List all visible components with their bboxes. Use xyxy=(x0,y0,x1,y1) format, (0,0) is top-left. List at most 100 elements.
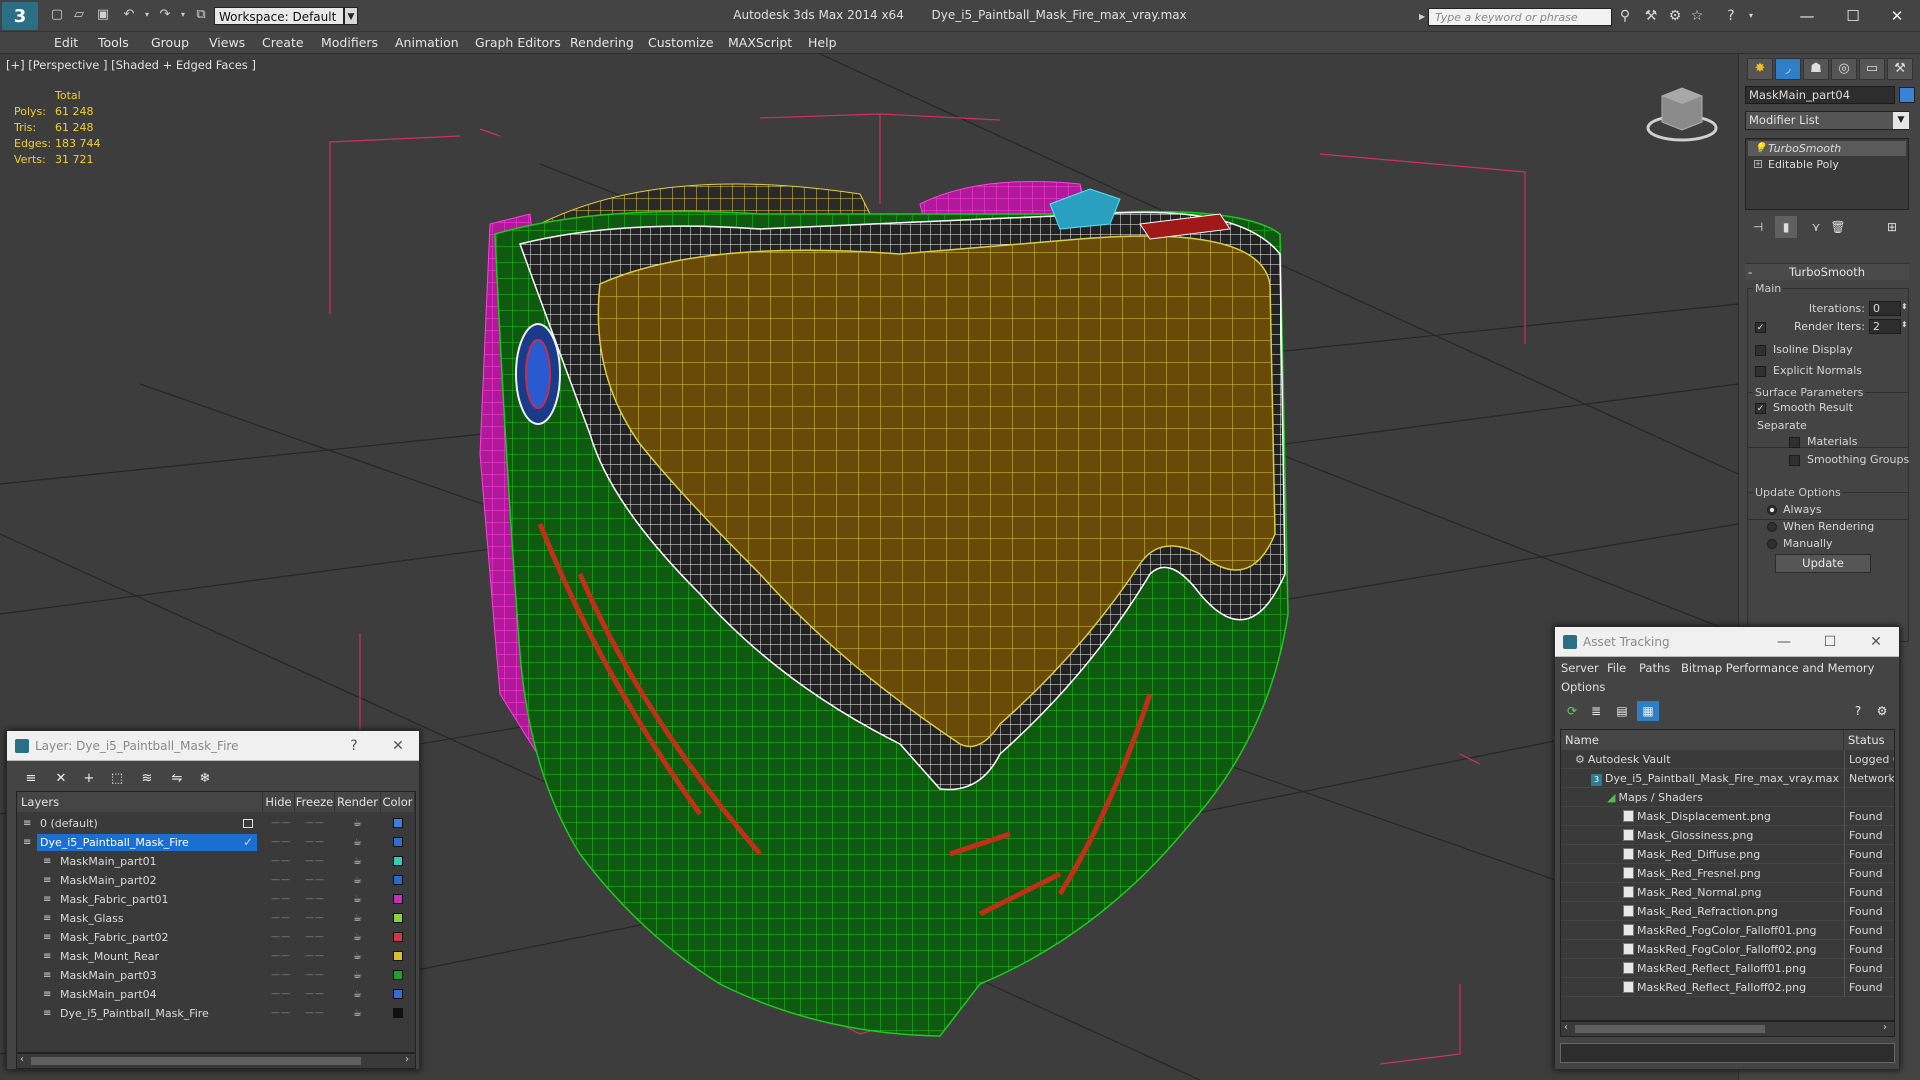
table-view-icon[interactable]: ▦ xyxy=(1637,701,1659,721)
asset-row[interactable]: MaskRed_Reflect_Falloff01.png Found xyxy=(1561,959,1894,978)
active-checkmark-icon[interactable]: ✓ xyxy=(243,833,253,852)
render-teapot-icon[interactable]: ☕ xyxy=(353,985,362,1004)
layer-color-swatch[interactable] xyxy=(393,932,403,942)
modify-tab-icon[interactable]: ◞ xyxy=(1775,58,1801,80)
asset-menu-file[interactable]: File xyxy=(1607,661,1626,675)
refresh-icon[interactable]: ⟳ xyxy=(1561,701,1583,721)
asset-name-cell[interactable]: MaskRed_FogColor_Falloff02.png xyxy=(1623,940,1844,959)
layer-row[interactable]: ≡ 0 (default) —— —— ☕ xyxy=(17,814,415,833)
iterations-spinner-arrows-icon[interactable]: ⬍ xyxy=(1901,300,1908,314)
layer-color-swatch[interactable] xyxy=(393,951,403,961)
asset-row[interactable]: Mask_Red_Diffuse.png Found xyxy=(1561,845,1894,864)
render-teapot-icon[interactable]: ☕ xyxy=(353,966,362,985)
render-teapot-icon[interactable]: ☕ xyxy=(353,871,362,890)
close-icon[interactable]: ✕ xyxy=(1874,4,1920,28)
asset-menu-bitmap-performance[interactable]: Bitmap Performance and Memory xyxy=(1681,661,1874,675)
asset-row[interactable]: MaskRed_FogColor_Falloff02.png Found xyxy=(1561,940,1894,959)
asset-name-cell[interactable]: MaskRed_Reflect_Falloff01.png xyxy=(1623,959,1844,978)
delete-layer-icon[interactable]: ✕ xyxy=(49,769,73,789)
hide-toggle-icon[interactable]: —— xyxy=(271,985,291,1004)
menu-rendering[interactable]: Rendering xyxy=(570,35,634,50)
menu-graph-editors[interactable]: Graph Editors xyxy=(475,35,561,50)
asset-row[interactable]: ⚙Autodesk VaultLogged Out xyxy=(1561,750,1894,769)
menu-group[interactable]: Group xyxy=(151,35,189,50)
layer-name[interactable]: Mask_Mount_Rear xyxy=(57,948,162,965)
maximize-icon[interactable]: ☐ xyxy=(1830,4,1876,28)
redo-dropdown-icon[interactable]: ▾ xyxy=(174,6,192,24)
layer-name[interactable]: Mask_Glass xyxy=(57,910,127,927)
asset-name-cell[interactable]: MaskRed_FogColor_Falloff01.png xyxy=(1623,921,1844,940)
asset-name-cell[interactable]: 3 Dye_i5_Paintball_Mask_Fire_max_vray.max xyxy=(1591,769,1844,788)
asset-minimize-icon[interactable]: — xyxy=(1769,627,1799,657)
menu-edit[interactable]: Edit xyxy=(54,35,78,50)
render-teapot-icon[interactable]: ☕ xyxy=(353,1004,362,1023)
layer-color-swatch[interactable] xyxy=(393,989,403,999)
asset-name-cell[interactable]: Mask_Red_Normal.png xyxy=(1623,883,1844,902)
when-rendering-radio[interactable] xyxy=(1767,522,1777,532)
modifier-list-arrow-icon[interactable]: ▼ xyxy=(1893,112,1909,129)
freeze-toggle-icon[interactable]: —— xyxy=(305,814,325,833)
help-icon[interactable]: ? xyxy=(1720,7,1742,25)
make-unique-icon[interactable]: ⋎ xyxy=(1805,216,1827,238)
pin-stack-icon[interactable]: ⊣ xyxy=(1747,216,1769,238)
asset-horizontal-scrollbar[interactable]: ‹ › xyxy=(1560,1021,1895,1037)
layer-row[interactable]: ≡ MaskMain_part03 —— —— ☕ xyxy=(17,966,415,985)
workspace-dropdown[interactable]: Workspace: Default xyxy=(214,7,344,25)
utilities-tab-icon[interactable]: ⚒ xyxy=(1887,58,1913,80)
render-teapot-icon[interactable]: ☕ xyxy=(353,909,362,928)
asset-name-cell[interactable]: ⚙ Autodesk Vault xyxy=(1575,750,1844,769)
menu-create[interactable]: Create xyxy=(262,35,304,50)
menu-tools[interactable]: Tools xyxy=(98,35,129,50)
asset-help-icon[interactable]: ? xyxy=(1847,701,1869,721)
asset-path-field[interactable] xyxy=(1560,1043,1895,1063)
asset-menu-options[interactable]: Options xyxy=(1561,680,1605,694)
explicit-normals-checkbox[interactable] xyxy=(1755,366,1766,377)
view-cube[interactable] xyxy=(1646,87,1718,142)
open-file-icon[interactable]: ▱ xyxy=(70,6,88,24)
col-hide[interactable]: Hide xyxy=(263,792,295,812)
layer-name[interactable]: MaskMain_part02 xyxy=(57,872,160,889)
scroll-thumb[interactable] xyxy=(31,1057,361,1065)
menu-customize[interactable]: Customize xyxy=(648,35,714,50)
update-button[interactable]: Update xyxy=(1775,554,1871,573)
always-radio[interactable] xyxy=(1767,505,1777,515)
turbosmooth-rollout-header[interactable]: - TurboSmooth xyxy=(1745,263,1909,280)
asset-row[interactable]: MaskRed_Reflect_Falloff02.png Found xyxy=(1561,978,1894,997)
layer-row[interactable]: ≡ MaskMain_part01 —— —— ☕ xyxy=(17,852,415,871)
undo-dropdown-icon[interactable]: ▾ xyxy=(138,6,156,24)
scroll-right-icon[interactable]: › xyxy=(405,1054,409,1065)
layer-row[interactable]: ≡ Mask_Fabric_part02 —— —— ☕ xyxy=(17,928,415,947)
create-layer-icon[interactable]: ≡ xyxy=(19,769,43,789)
select-in-layer-icon[interactable]: ⬚ xyxy=(105,769,129,789)
highlight-layer-icon[interactable]: ≋ xyxy=(135,769,159,789)
freeze-toggle-icon[interactable]: —— xyxy=(305,1004,325,1023)
configure-modifier-sets-icon[interactable]: ⊞ xyxy=(1881,216,1903,238)
scroll-left-icon[interactable]: ‹ xyxy=(1564,1022,1568,1033)
freeze-toggle-icon[interactable]: —— xyxy=(305,947,325,966)
freeze-toggle-icon[interactable]: —— xyxy=(305,909,325,928)
layer-name[interactable]: MaskMain_part03 xyxy=(57,967,160,984)
layer-name[interactable]: MaskMain_part01 xyxy=(57,853,160,870)
layer-name[interactable]: Dye_i5_Paintball_Mask_Fire xyxy=(37,834,257,851)
hide-toggle-icon[interactable]: —— xyxy=(271,1004,291,1023)
render-teapot-icon[interactable]: ☕ xyxy=(353,852,362,871)
layer-row[interactable]: ≡ Dye_i5_Paintball_Mask_Fire ✓ —— —— ☕ xyxy=(17,833,415,852)
layer-color-swatch[interactable] xyxy=(393,837,403,847)
layer-name[interactable]: Mask_Fabric_part01 xyxy=(57,891,172,908)
lightbulb-icon[interactable]: 💡 xyxy=(1754,141,1766,156)
layer-horizontal-scrollbar[interactable]: ‹ › xyxy=(16,1053,416,1069)
asset-row[interactable]: Mask_Displacement.png Found xyxy=(1561,807,1894,826)
layer-color-swatch[interactable] xyxy=(393,894,403,904)
layer-row[interactable]: ≡ Mask_Glass —— —— ☕ xyxy=(17,909,415,928)
freeze-all-icon[interactable]: ❄ xyxy=(193,769,217,789)
asset-menu-server[interactable]: Server xyxy=(1561,661,1599,675)
asset-row[interactable]: ◢ Maps / Shaders xyxy=(1561,788,1894,807)
layer-color-swatch[interactable] xyxy=(393,856,403,866)
search-input[interactable]: Type a keyword or phrase xyxy=(1428,8,1612,26)
asset-row[interactable]: Mask_Glossiness.png Found xyxy=(1561,826,1894,845)
add-to-layer-icon[interactable]: + xyxy=(77,769,101,789)
undo-icon[interactable]: ↶ xyxy=(120,6,138,24)
render-teapot-icon[interactable]: ☕ xyxy=(353,890,362,909)
menu-animation[interactable]: Animation xyxy=(395,35,459,50)
modifier-list-dropdown[interactable]: Modifier List xyxy=(1745,111,1909,130)
